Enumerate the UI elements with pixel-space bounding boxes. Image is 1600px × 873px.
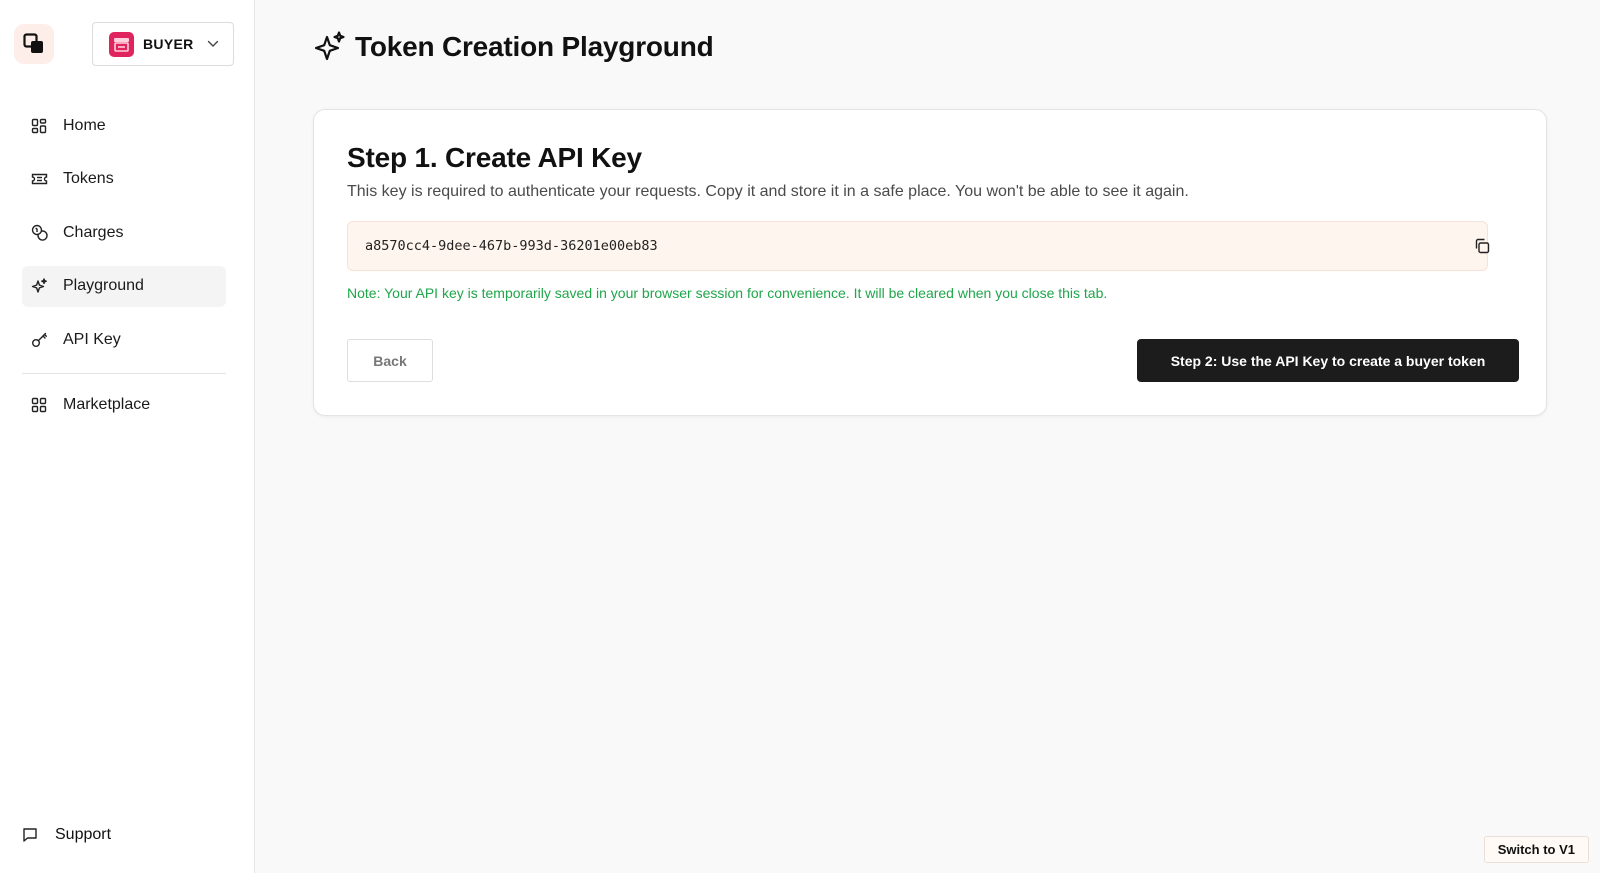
step-description: This key is required to authenticate you…: [347, 183, 1189, 200]
sidebar-item-playground[interactable]: Playground: [22, 265, 226, 307]
support-label: Support: [55, 826, 112, 843]
sidebar-item-label: Marketplace: [63, 396, 151, 413]
grid-icon: [30, 117, 48, 135]
role-avatar: [109, 31, 134, 57]
sidebar-item-label: Charges: [63, 223, 124, 241]
sparkles-icon: [30, 277, 48, 295]
role-selector[interactable]: BUYER: [92, 22, 234, 66]
api-key-value[interactable]: a8570cc4-9dee-467b-993d-36201e00eb83: [365, 238, 658, 254]
sidebar-top: BUYER: [12, 22, 234, 66]
chevron-down-icon: [207, 40, 219, 47]
step-title: Step 1. Create API Key: [347, 142, 642, 173]
sidebar-item-home[interactable]: Home: [22, 105, 226, 146]
logo[interactable]: [14, 24, 54, 64]
role-label: BUYER: [143, 36, 194, 52]
page-header: Token Creation Playground: [313, 30, 714, 64]
sidebar-item-marketplace[interactable]: Marketplace: [22, 385, 226, 426]
store-icon: [114, 37, 129, 52]
api-key-field[interactable]: a8570cc4-9dee-467b-993d-36201e00eb83: [347, 221, 1488, 271]
sidebar-item-api-key[interactable]: API Key: [22, 319, 226, 360]
nav-divider: [22, 372, 226, 374]
sidebar-item-label: Home: [63, 116, 106, 134]
sidebar-item-label: Playground: [63, 277, 144, 294]
ticket-icon: [30, 170, 48, 188]
app: BUYER Home Tokens Charges Playground API…: [0, 0, 1600, 873]
sidebar-item-charges[interactable]: Charges: [22, 212, 226, 253]
sidebar-item-label: API Key: [63, 330, 121, 348]
page-title: Token Creation Playground: [355, 31, 714, 62]
copy-button[interactable]: [1472, 236, 1492, 256]
sidebar: BUYER Home Tokens Charges Playground API…: [0, 0, 255, 873]
sidebar-item-tokens[interactable]: Tokens: [22, 159, 226, 200]
grid-icon: [30, 396, 48, 414]
session-note: Note: Your API key is temporarily saved …: [347, 285, 1108, 301]
sidebar-nav: Home Tokens Charges Playground API Key M…: [22, 105, 226, 438]
message-icon: [22, 826, 40, 844]
sparkles-icon: [313, 30, 347, 64]
main-content: Token Creation Playground Step 1. Create…: [255, 0, 1600, 873]
copy-icon: [1475, 238, 1490, 254]
api-key-card: Step 1. Create API Key This key is requi…: [313, 109, 1547, 416]
back-button[interactable]: Back: [347, 339, 433, 382]
sidebar-item-label: Tokens: [63, 170, 114, 187]
key-icon: [30, 331, 48, 349]
logo-icon: [23, 33, 43, 53]
support-link[interactable]: Support: [22, 820, 111, 850]
coins-icon: [30, 224, 48, 242]
next-step-button[interactable]: Step 2: Use the API Key to create a buye…: [1137, 339, 1519, 382]
switch-version-button[interactable]: Switch to V1: [1483, 836, 1589, 863]
